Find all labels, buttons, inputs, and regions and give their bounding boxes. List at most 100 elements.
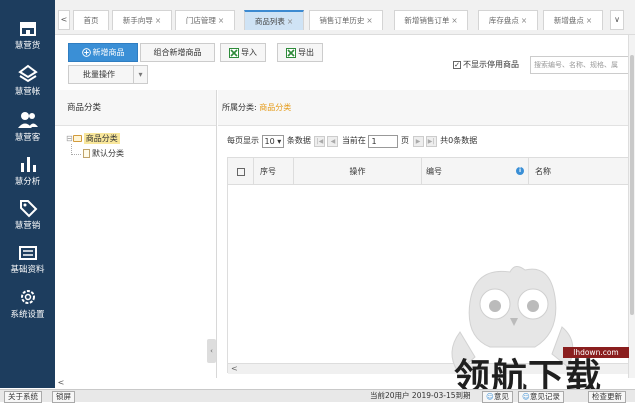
tab-inventory-count[interactable]: 库存盘点 × bbox=[478, 10, 538, 30]
scroll-left-icon[interactable]: < bbox=[231, 364, 238, 374]
nav-item-marketing[interactable]: 慧营销 bbox=[0, 198, 55, 231]
tab-product-list[interactable]: 商品列表 × bbox=[244, 10, 304, 30]
first-page-icon[interactable]: |◀ bbox=[314, 135, 326, 147]
pager: 每页显示 10 ▾ 条数据 |◀ ◀ 当前在 1 页 ▶ ▶| 共0条数据 bbox=[227, 132, 477, 150]
watermark-url: lhdown.com bbox=[563, 347, 629, 358]
close-icon[interactable]: × bbox=[451, 16, 457, 25]
sidebar: 慧营货 慧营帐 慧营客 慧分析 慧营销 基础资料 系统设置 bbox=[0, 0, 55, 388]
nav-label: 系统设置 bbox=[10, 310, 45, 320]
info-icon[interactable]: i bbox=[516, 167, 524, 175]
column-label: 编号 bbox=[426, 167, 442, 176]
excel-icon bbox=[286, 47, 296, 58]
close-icon[interactable]: × bbox=[366, 16, 372, 25]
import-button[interactable]: 导入 bbox=[220, 43, 266, 62]
feedback-icon: ☺ bbox=[486, 392, 494, 401]
nav-label: 慧营销 bbox=[14, 221, 41, 231]
pager-label: 当前在 bbox=[341, 136, 366, 145]
status-bar: 关于系统 锁屏 当前20用户 2019-03-15到期 ☺意见 ☺意见记录 检查… bbox=[0, 389, 635, 403]
nav-item-analysis[interactable]: 慧分析 bbox=[0, 154, 55, 187]
per-page-select[interactable]: 10 ▾ bbox=[261, 134, 285, 148]
checkbox-icon: ✓ bbox=[453, 60, 461, 69]
check-update-button[interactable]: 检查更新 bbox=[588, 391, 626, 403]
tab-new-sales-order[interactable]: 新增销售订单 × bbox=[394, 10, 468, 30]
tab-home[interactable]: 首页 bbox=[73, 10, 109, 30]
combo-new-product-button[interactable]: 组合新增商品 bbox=[140, 43, 215, 62]
pager-label: 页 bbox=[401, 136, 410, 145]
button-label: 导入 bbox=[241, 48, 257, 57]
close-icon[interactable]: × bbox=[586, 16, 592, 25]
ledger-icon bbox=[17, 64, 38, 83]
close-icon[interactable]: × bbox=[155, 16, 161, 25]
tab-label: 门店管理 bbox=[185, 16, 216, 25]
feedback-button[interactable]: ☺意见 bbox=[482, 391, 513, 403]
tree-expander-icon[interactable]: ⊟ bbox=[66, 134, 73, 143]
close-icon[interactable]: × bbox=[287, 17, 293, 26]
tag-icon bbox=[19, 200, 37, 218]
close-icon[interactable]: × bbox=[218, 16, 224, 25]
batch-operation-dropdown[interactable]: 批量操作 ▾ bbox=[68, 65, 148, 84]
tree-node-label: 默认分类 bbox=[92, 149, 124, 158]
hide-disabled-checkbox[interactable]: ✓ 不显示停用商品 bbox=[453, 59, 519, 70]
about-system-button[interactable]: 关于系统 bbox=[4, 391, 42, 403]
button-label: 组合新增商品 bbox=[153, 48, 202, 57]
select-all-checkbox[interactable] bbox=[228, 158, 254, 185]
records-icon: ☺ bbox=[522, 392, 530, 401]
breadcrumb-value: 商品分类 bbox=[259, 103, 292, 112]
customers-icon bbox=[17, 112, 38, 128]
last-page-icon[interactable]: ▶| bbox=[425, 135, 437, 147]
lock-screen-button[interactable]: 锁屏 bbox=[52, 391, 75, 403]
license-expiry: 当前20用户 2019-03-15到期 bbox=[370, 391, 471, 400]
breadcrumb: 所属分类: 商品分类 bbox=[218, 90, 635, 126]
per-page-value: 10 bbox=[264, 136, 275, 146]
tab-sales-order-history[interactable]: 销售订单历史 × bbox=[309, 10, 383, 30]
search-input[interactable]: 搜索编号、名称、规格、属 bbox=[530, 56, 635, 74]
nav-label: 基础资料 bbox=[10, 265, 45, 275]
scrollbar-thumb[interactable] bbox=[630, 55, 634, 315]
tab-guide[interactable]: 新手向导 × bbox=[112, 10, 172, 30]
tab-store-management[interactable]: 门店管理 × bbox=[175, 10, 235, 30]
tree-connector bbox=[71, 154, 81, 155]
nav-item-ledger[interactable]: 慧营帐 bbox=[0, 64, 55, 97]
button-label: 导出 bbox=[298, 48, 314, 57]
pager-label: 每页显示 bbox=[227, 136, 259, 145]
tab-label: 新手向导 bbox=[122, 16, 153, 25]
tab-label: 库存盘点 bbox=[488, 16, 519, 25]
tab-bar: < 首页 新手向导 × 门店管理 × 商品列表 × 销售订单历史 × 新增销售订单 × 库… bbox=[55, 0, 635, 35]
panel-collapse-handle[interactable]: ‹ bbox=[207, 339, 216, 363]
button-label: 意见 bbox=[493, 392, 509, 401]
tab-label: 销售订单历史 bbox=[319, 16, 365, 25]
chevron-down-icon: ▾ bbox=[133, 66, 147, 83]
button-label: 意见记录 bbox=[529, 392, 560, 401]
column-header-code: 编号 i bbox=[422, 158, 529, 185]
file-icon bbox=[83, 149, 90, 158]
nav-item-settings[interactable]: 系统设置 bbox=[0, 287, 55, 320]
close-icon[interactable]: × bbox=[521, 16, 527, 25]
excel-icon bbox=[229, 47, 239, 58]
tab-menu-button[interactable]: ∨ bbox=[610, 10, 624, 30]
new-product-button[interactable]: 新增商品 bbox=[68, 43, 138, 62]
tree-node-label: 商品分类 bbox=[83, 133, 120, 144]
tab-label: 首页 bbox=[83, 16, 99, 25]
nav-item-inventory[interactable]: 慧营货 bbox=[0, 18, 55, 51]
nav-item-basic-data[interactable]: 基础资料 bbox=[0, 244, 55, 275]
current-page-input[interactable]: 1 bbox=[368, 134, 399, 148]
sidebar-collapse-button[interactable]: < bbox=[55, 377, 67, 388]
nav-item-customers[interactable]: 慧营客 bbox=[0, 110, 55, 143]
tab-label: 新增销售订单 bbox=[404, 16, 450, 25]
column-header-actions: 操作 bbox=[294, 158, 422, 185]
feedback-records-button[interactable]: ☺意见记录 bbox=[518, 391, 564, 403]
prev-page-icon[interactable]: ◀ bbox=[327, 135, 339, 147]
column-header-index: 序号 bbox=[254, 158, 294, 185]
next-page-icon[interactable]: ▶ bbox=[412, 135, 424, 147]
export-button[interactable]: 导出 bbox=[277, 43, 323, 62]
chevron-down-icon: ▾ bbox=[277, 136, 282, 146]
tab-prev-button[interactable]: < bbox=[58, 10, 70, 30]
button-label: 新增商品 bbox=[92, 48, 125, 57]
table-header: 序号 操作 编号 i 名称 bbox=[228, 158, 635, 185]
plus-circle-icon bbox=[81, 48, 91, 57]
tree-node-root[interactable]: ⊟ 商品分类 bbox=[66, 133, 120, 144]
tab-new-count[interactable]: 新增盘点 × bbox=[543, 10, 603, 30]
column-header-name: 名称 bbox=[535, 167, 551, 176]
tree-node-default[interactable]: 默认分类 bbox=[83, 148, 124, 159]
chart-icon bbox=[20, 157, 36, 172]
